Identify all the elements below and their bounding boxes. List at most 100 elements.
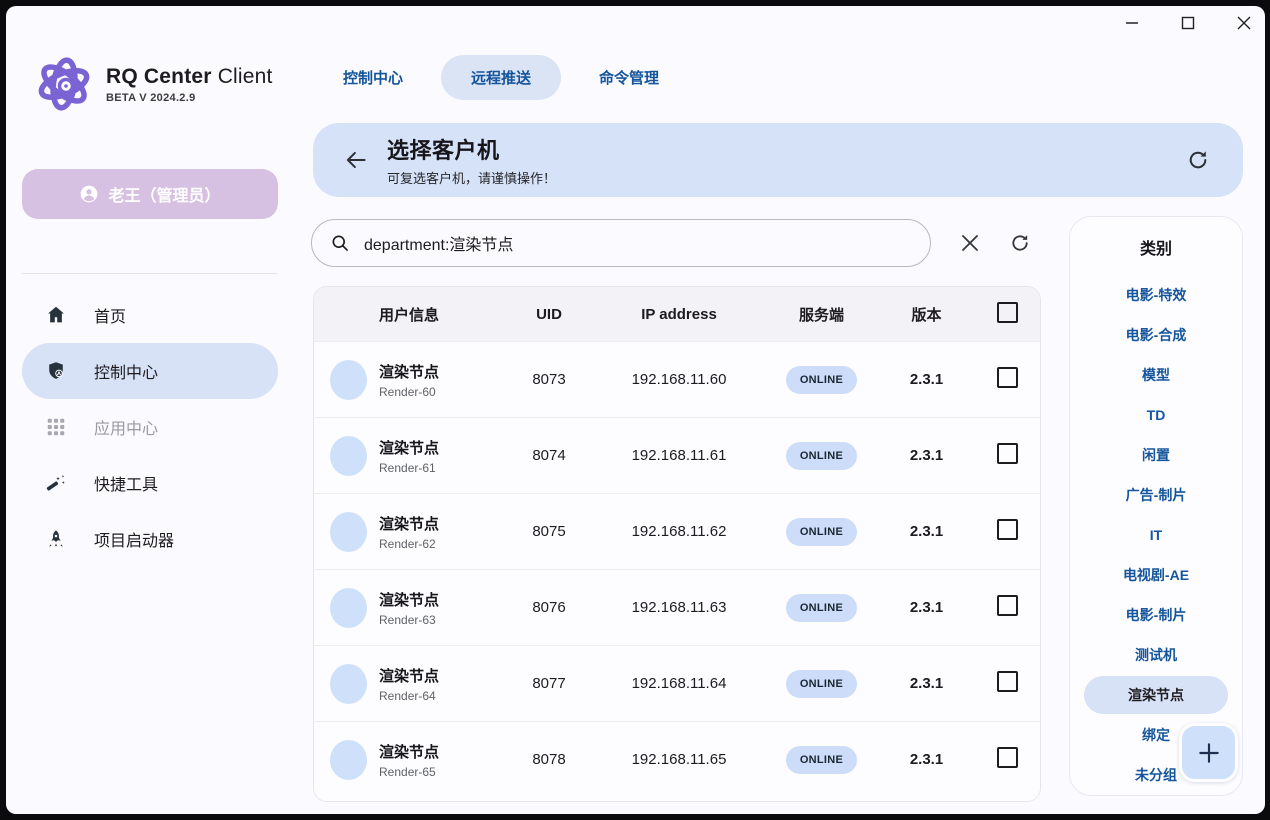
column-header: 用户信息: [314, 304, 504, 325]
panel-subtitle: 可复选客户机，请谨慎操作！: [387, 168, 556, 187]
client-host: Render-64: [379, 689, 439, 703]
app-title: RQ Center Client: [106, 65, 273, 89]
client-name: 渲染节点: [379, 513, 439, 534]
status-badge: ONLINE: [786, 746, 857, 774]
user-icon: [79, 184, 99, 204]
category-item[interactable]: 渲染节点: [1084, 676, 1228, 714]
column-header: 服务端: [764, 304, 879, 325]
client-avatar: [330, 664, 367, 704]
column-header: 版本: [879, 304, 974, 325]
status-badge: ONLINE: [786, 594, 857, 622]
minimize-button[interactable]: [1117, 10, 1147, 36]
client-ip: 192.168.11.64: [594, 675, 764, 692]
app-logo: RQ Center Client BETA V 2024.2.9: [32, 52, 273, 116]
sidebar-item-label: 项目启动器: [94, 527, 174, 551]
close-button[interactable]: [1229, 10, 1259, 36]
row-checkbox[interactable]: [997, 671, 1018, 692]
status-badge: ONLINE: [786, 518, 857, 546]
home-icon: [44, 303, 68, 327]
client-host: Render-65: [379, 765, 439, 779]
minimize-icon: [1125, 16, 1139, 30]
client-version: 2.3.1: [879, 523, 974, 540]
sidebar-item[interactable]: 首页: [22, 287, 278, 343]
client-avatar: [330, 436, 367, 476]
maximize-button[interactable]: [1173, 10, 1203, 36]
clear-x-icon: [961, 234, 979, 252]
client-version: 2.3.1: [879, 751, 974, 768]
table-row: 渲染节点 Render-64 8077192.168.11.64 ONLINE 2.3.…: [314, 645, 1040, 721]
client-version: 2.3.1: [879, 599, 974, 616]
client-uid: 8073: [504, 371, 594, 388]
search-box[interactable]: [311, 219, 931, 267]
status-badge: ONLINE: [786, 366, 857, 394]
category-item[interactable]: 闲置: [1084, 435, 1228, 475]
client-host: Render-61: [379, 461, 439, 475]
row-checkbox[interactable]: [997, 747, 1018, 768]
sidebar-item[interactable]: 项目启动器: [22, 511, 278, 567]
row-checkbox[interactable]: [997, 367, 1018, 388]
category-item[interactable]: 电影-特效: [1084, 275, 1228, 315]
client-uid: 8078: [504, 751, 594, 768]
sidebar-nav: 首页控制中心应用中心快捷工具项目启动器: [22, 287, 278, 567]
client-name: 渲染节点: [379, 665, 439, 686]
client-host: Render-60: [379, 385, 439, 399]
client-host: Render-62: [379, 537, 439, 551]
client-avatar: [330, 360, 367, 400]
table-row: 渲染节点Render-608073192.168.11.60ONLINE2.3.…: [314, 341, 1040, 417]
plus-icon: [1196, 740, 1222, 766]
client-uid: 8076: [504, 599, 594, 616]
panel-header: 选择客户机 可复选客户机，请谨慎操作！: [313, 123, 1243, 197]
status-badge: ONLINE: [786, 670, 857, 698]
client-ip: 192.168.11.65: [594, 751, 764, 768]
category-item[interactable]: 模型: [1084, 355, 1228, 395]
search-row: [311, 218, 1041, 268]
client-version: 2.3.1: [879, 371, 974, 388]
client-ip: 192.168.11.60: [594, 371, 764, 388]
user-badge[interactable]: 老王（管理员）: [22, 169, 278, 219]
client-table-header: 用户信息UIDIP address服务端版本: [314, 287, 1040, 341]
client-name: 渲染节点: [379, 741, 439, 762]
rocket-icon: [44, 527, 68, 551]
sidebar-item[interactable]: 应用中心: [22, 399, 278, 455]
category-item[interactable]: 电视剧-AE: [1084, 555, 1228, 595]
sidebar-divider: [22, 273, 278, 274]
back-button[interactable]: [339, 143, 373, 177]
sidebar-item[interactable]: 控制中心: [22, 343, 278, 399]
client-uid: 8074: [504, 447, 594, 464]
sidebar-item[interactable]: 快捷工具: [22, 455, 278, 511]
category-item[interactable]: TD: [1084, 395, 1228, 435]
refresh-icon: [1186, 148, 1210, 172]
sidebar-item-label: 控制中心: [94, 359, 158, 383]
client-ip: 192.168.11.61: [594, 447, 764, 464]
search-refresh-button[interactable]: [1003, 226, 1037, 260]
top-tabs: 控制中心远程推送命令管理: [313, 54, 689, 100]
client-table-body: 渲染节点 Render-60 8073192.168.11.60 ONLINE 2.3.…: [314, 341, 1040, 797]
row-checkbox[interactable]: [997, 595, 1018, 616]
row-checkbox[interactable]: [997, 519, 1018, 540]
category-item[interactable]: IT: [1084, 515, 1228, 555]
search-icon: [330, 233, 350, 253]
add-category-button[interactable]: [1179, 723, 1238, 782]
category-item[interactable]: 广告-制片: [1084, 475, 1228, 515]
select-all-checkbox[interactable]: [997, 302, 1018, 323]
table-row: 渲染节点Render-618074192.168.11.61ONLINE2.3.…: [314, 417, 1040, 493]
wand-icon: [44, 471, 68, 495]
category-item[interactable]: 电影-制片: [1084, 595, 1228, 635]
client-avatar: [330, 588, 367, 628]
search-input[interactable]: [362, 233, 912, 253]
table-row: 渲染节点 Render-65 8078192.168.11.65 ONLINE 2.3.…: [314, 721, 1040, 797]
search-clear-button[interactable]: [953, 226, 987, 260]
category-item[interactable]: 测试机: [1084, 635, 1228, 675]
panel-refresh-button[interactable]: [1183, 145, 1213, 175]
tab[interactable]: 命令管理: [569, 55, 689, 100]
category-item[interactable]: 电影-合成: [1084, 315, 1228, 355]
client-name: 渲染节点: [379, 589, 439, 610]
tab[interactable]: 远程推送: [441, 55, 561, 100]
sidebar-item-label: 首页: [94, 303, 126, 327]
row-checkbox[interactable]: [997, 443, 1018, 464]
tab[interactable]: 控制中心: [313, 55, 433, 100]
client-ip: 192.168.11.63: [594, 599, 764, 616]
panel-title: 选择客户机: [387, 133, 556, 165]
client-version: 2.3.1: [879, 675, 974, 692]
client-uid: 8077: [504, 675, 594, 692]
